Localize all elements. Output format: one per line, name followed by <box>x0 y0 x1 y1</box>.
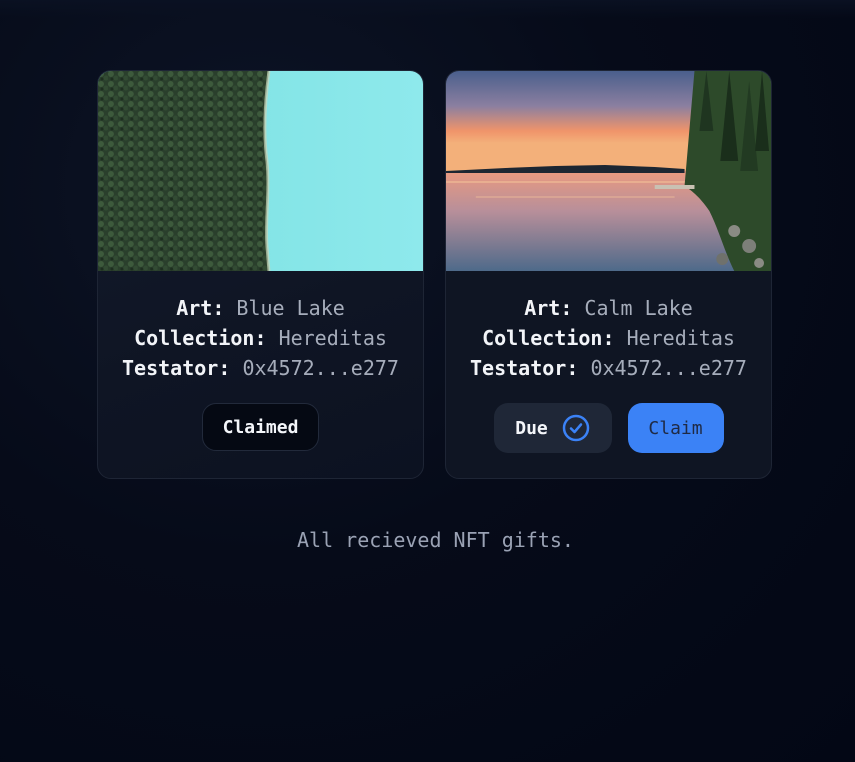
art-value: Calm Lake <box>584 296 693 320</box>
testator-row: Testator: 0x4572...e277 <box>446 353 771 383</box>
due-badge: Due <box>493 403 612 453</box>
nft-card-list: Art: Blue Lake Collection: Hereditas Tes… <box>97 70 772 479</box>
art-label: Art: <box>524 296 573 320</box>
nft-artwork-image <box>98 71 423 271</box>
testator-value: 0x4572...e277 <box>590 356 747 380</box>
collection-value: Hereditas <box>626 326 735 350</box>
claimed-button[interactable]: Claimed <box>201 403 320 451</box>
testator-row: Testator: 0x4572...e277 <box>98 353 423 383</box>
collection-label: Collection: <box>482 326 615 350</box>
footer-caption: All recieved NFT gifts. <box>297 528 574 552</box>
testator-label: Testator: <box>470 356 579 380</box>
art-row: Art: Calm Lake <box>446 293 771 323</box>
card-actions: Due Claim <box>446 403 771 453</box>
nft-card-blue-lake: Art: Blue Lake Collection: Hereditas Tes… <box>97 70 424 479</box>
testator-value: 0x4572...e277 <box>242 356 399 380</box>
collection-value: Hereditas <box>278 326 387 350</box>
check-circle-icon <box>562 414 589 442</box>
due-label: Due <box>515 417 548 439</box>
nft-card-calm-lake: Art: Calm Lake Collection: Hereditas Tes… <box>445 70 772 479</box>
nft-details: Art: Blue Lake Collection: Hereditas Tes… <box>98 271 423 383</box>
nft-artwork-image <box>446 71 771 271</box>
collection-row: Collection: Hereditas <box>98 323 423 353</box>
claim-button[interactable]: Claim <box>627 403 724 453</box>
testator-label: Testator: <box>122 356 231 380</box>
card-actions: Claimed <box>98 403 423 451</box>
art-label: Art: <box>176 296 225 320</box>
collection-row: Collection: Hereditas <box>446 323 771 353</box>
nft-details: Art: Calm Lake Collection: Hereditas Tes… <box>446 271 771 383</box>
art-value: Blue Lake <box>236 296 345 320</box>
top-bar <box>0 0 855 18</box>
collection-label: Collection: <box>134 326 267 350</box>
art-row: Art: Blue Lake <box>98 293 423 323</box>
